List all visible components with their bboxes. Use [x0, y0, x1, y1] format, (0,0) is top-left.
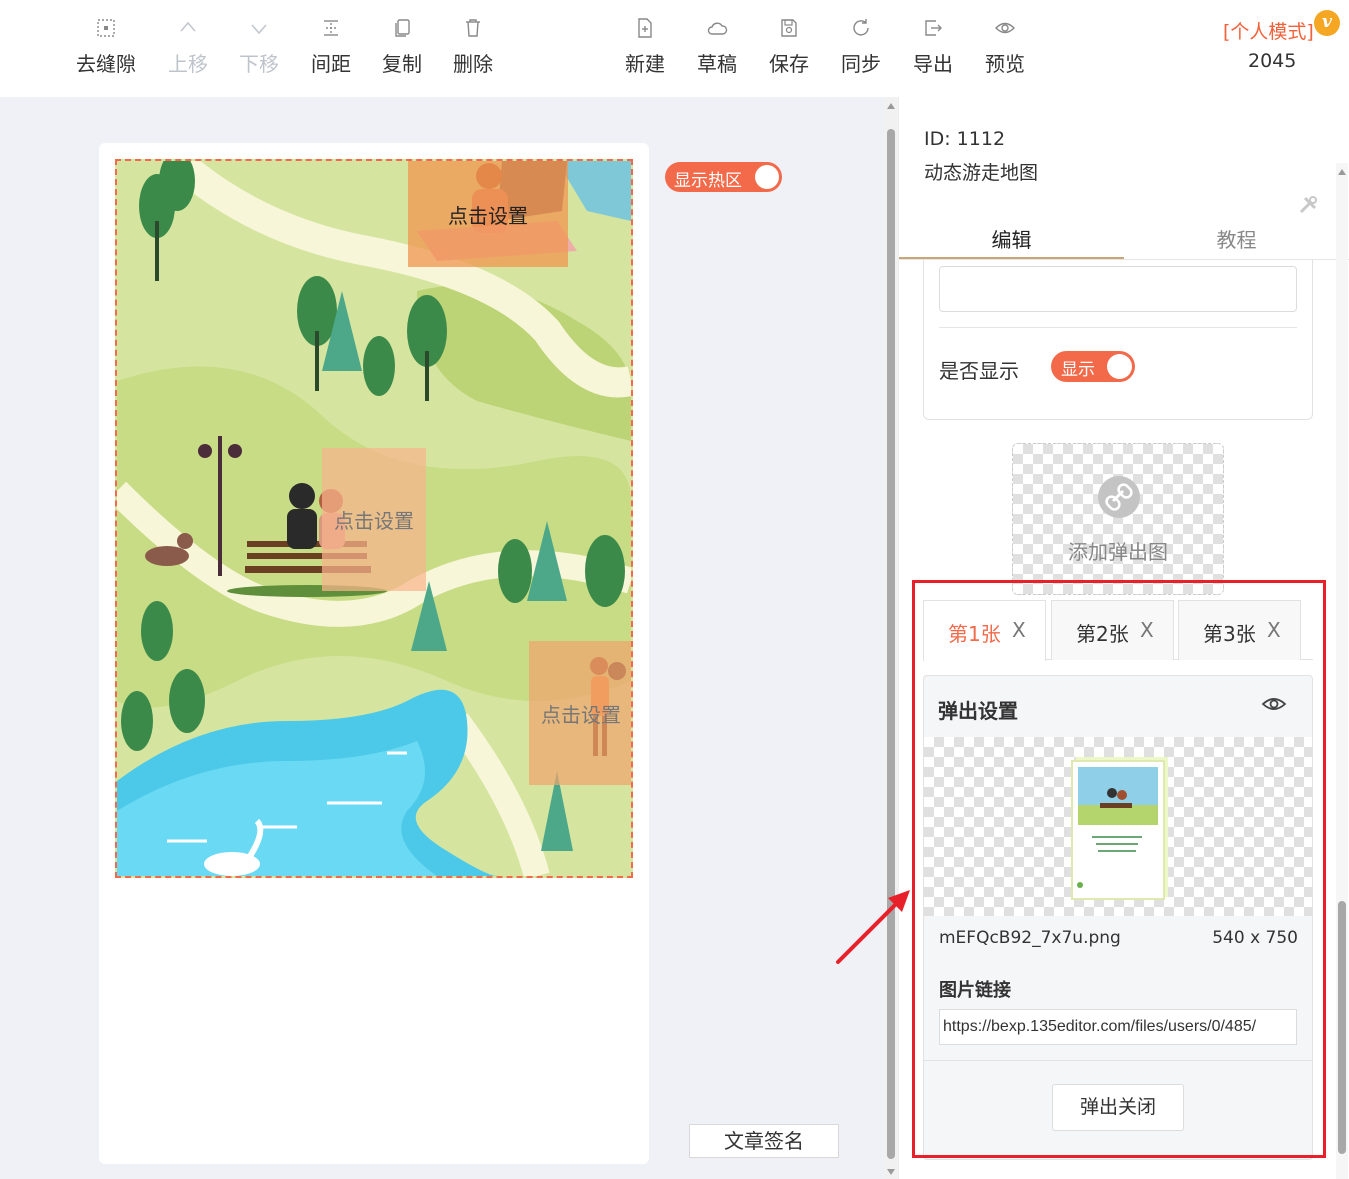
show-hotzone-label: 显示热区	[674, 171, 742, 191]
popup-tab-label: 第1张	[948, 622, 1001, 646]
move-down-label: 下移	[239, 52, 279, 76]
eye-icon	[994, 17, 1016, 39]
map-illustration[interactable]: 点击设置 点击设置 点击设置	[115, 159, 633, 878]
hotspot-2[interactable]: 点击设置	[322, 448, 426, 591]
mode-label[interactable]: [个人模式]	[1223, 17, 1314, 44]
trash-icon	[462, 17, 484, 39]
preview-label: 预览	[985, 52, 1025, 76]
close-icon[interactable]: X	[1140, 618, 1154, 642]
delete-label: 删除	[453, 52, 493, 76]
draft-label: 草稿	[697, 52, 737, 76]
panel-tabs: 编辑 教程	[899, 214, 1349, 260]
popup-image-dimensions: 540 x 750	[1212, 928, 1298, 948]
popup-image-tabs: 第1张 X 第2张 X 第3张 X	[923, 600, 1313, 661]
popup-settings-panel: 弹出设置 mEFQcB92_7x7u.png 540 x 750 图片链接 ht…	[923, 675, 1313, 1160]
show-toggle-label: 显示	[1061, 360, 1095, 380]
settings-card: 是否显示 显示	[923, 260, 1313, 420]
draft-button[interactable]: 草稿	[681, 14, 753, 76]
chevron-down-icon	[248, 17, 270, 39]
copy-icon	[391, 17, 413, 39]
toggle-knob	[1107, 354, 1132, 379]
chevron-up-icon	[177, 17, 199, 39]
popup-close-button[interactable]: 弹出关闭	[1052, 1084, 1184, 1131]
image-link-label: 图片链接	[939, 980, 1011, 1001]
add-link-icon	[1098, 476, 1140, 518]
popup-tab-1[interactable]: 第1张 X	[923, 600, 1046, 661]
article-paper: 点击设置 点击设置 点击设置	[99, 143, 649, 1164]
cloud-icon	[706, 17, 728, 39]
show-toggle[interactable]: 显示	[1051, 351, 1135, 382]
close-icon[interactable]: X	[1012, 618, 1026, 642]
scroll-down-arrow-icon[interactable]	[887, 1169, 895, 1175]
show-label: 是否显示	[939, 359, 1019, 383]
new-file-icon	[634, 17, 656, 39]
move-down-button[interactable]: 下移	[223, 14, 295, 76]
popup-tab-label: 第2张	[1076, 622, 1129, 646]
move-up-label: 上移	[168, 52, 208, 76]
export-label: 导出	[913, 52, 953, 76]
spacing-button[interactable]: 间距	[295, 14, 367, 76]
remove-gap-label: 去缝隙	[76, 52, 136, 76]
toolbar: 去缝隙 上移 下移 间距 复制 删除 新建 草稿 保存 同步 导出 预览 [个人…	[0, 0, 1349, 97]
show-hotzone-toggle[interactable]: 显示热区	[665, 162, 782, 192]
vip-badge: v	[1314, 10, 1340, 36]
user-count: 2045	[1248, 50, 1297, 72]
scroll-up-arrow-icon[interactable]	[887, 103, 895, 109]
popup-image-thumbnail	[1071, 757, 1168, 900]
popup-image-filename: mEFQcB92_7x7u.png	[939, 928, 1121, 948]
popup-image-preview[interactable]	[924, 737, 1312, 916]
template-name: 动态游走地图	[924, 162, 1039, 184]
divider	[924, 1060, 1312, 1061]
sync-button[interactable]: 同步	[825, 14, 897, 76]
copy-label: 复制	[382, 52, 422, 76]
popup-tab-3[interactable]: 第3张 X	[1178, 600, 1301, 660]
article-signature-button[interactable]: 文章签名	[689, 1124, 839, 1158]
new-button[interactable]: 新建	[609, 14, 681, 76]
canvas-scrollbar[interactable]	[884, 97, 898, 1179]
tab-tutorial[interactable]: 教程	[1124, 224, 1349, 253]
divider	[939, 327, 1297, 328]
popup-tab-label: 第3张	[1203, 622, 1256, 646]
panel-content: 是否显示 显示 添加弹出图 第1张 X 第2张 X 第3张 X 弹出设置 mEF…	[899, 260, 1337, 1179]
eye-icon[interactable]	[1261, 693, 1287, 715]
scrollbar-thumb[interactable]	[887, 129, 895, 1159]
add-popup-image-button[interactable]: 添加弹出图	[1012, 443, 1224, 595]
popup-settings-title: 弹出设置	[938, 699, 1018, 723]
spacing-label: 间距	[311, 52, 351, 76]
image-link-input[interactable]	[939, 1009, 1297, 1045]
sync-label: 同步	[841, 52, 881, 76]
sync-icon	[850, 17, 872, 39]
scrollbar-thumb[interactable]	[1338, 901, 1346, 1154]
right-panel: ID: 1112 动态游走地图 编辑 教程 是否显示 显示 添加弹出图 第1张 …	[898, 97, 1349, 1179]
delete-button[interactable]: 删除	[437, 14, 509, 76]
save-icon	[778, 17, 800, 39]
hotspot-3[interactable]: 点击设置	[529, 641, 631, 785]
save-label: 保存	[769, 52, 809, 76]
preview-button[interactable]: 预览	[969, 14, 1041, 76]
add-popup-label: 添加弹出图	[1068, 540, 1168, 564]
template-id: ID: 1112	[924, 128, 1006, 150]
save-button[interactable]: 保存	[753, 14, 825, 76]
close-icon[interactable]: X	[1267, 618, 1281, 642]
popup-tab-2[interactable]: 第2张 X	[1051, 600, 1174, 660]
text-input[interactable]	[939, 266, 1297, 312]
export-icon	[922, 17, 944, 39]
tab-edit[interactable]: 编辑	[899, 224, 1124, 253]
hotspot-1[interactable]: 点击设置	[408, 161, 568, 267]
active-tab-indicator	[899, 257, 1124, 259]
copy-button[interactable]: 复制	[366, 14, 438, 76]
scroll-up-arrow-icon[interactable]	[1338, 169, 1346, 175]
move-up-button[interactable]: 上移	[152, 14, 224, 76]
panel-scrollbar[interactable]	[1336, 163, 1348, 1179]
spacing-icon	[320, 17, 342, 39]
canvas-area: 点击设置 点击设置 点击设置 显示热区 文章签名	[0, 97, 897, 1179]
remove-gap-button[interactable]: 去缝隙	[70, 14, 142, 76]
toggle-knob	[755, 165, 779, 189]
gap-remove-icon	[95, 17, 117, 39]
new-label: 新建	[625, 52, 665, 76]
export-button[interactable]: 导出	[897, 14, 969, 76]
